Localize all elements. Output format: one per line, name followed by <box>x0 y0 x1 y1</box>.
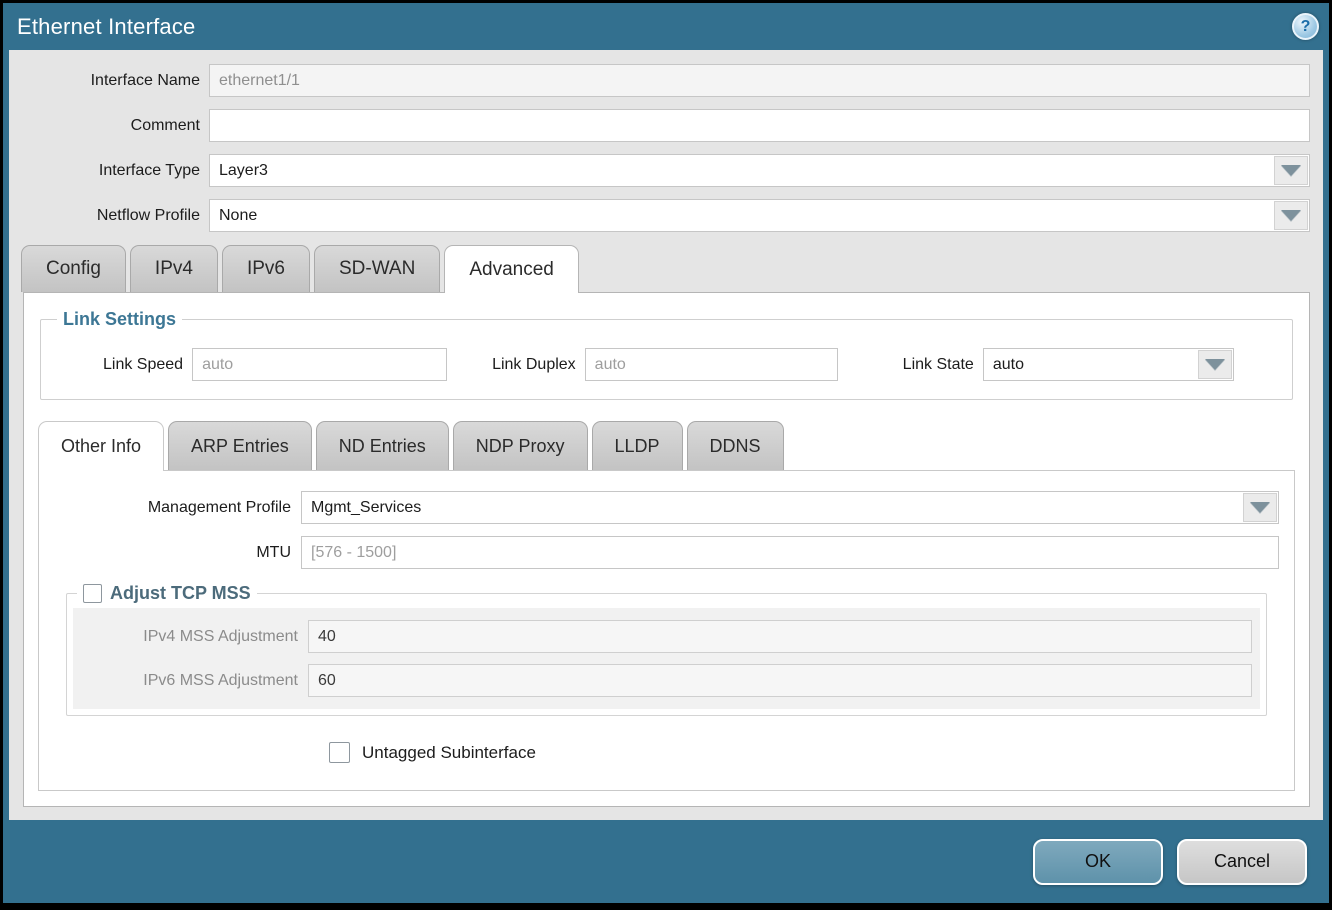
comment-field-wrap <box>209 109 1310 142</box>
untagged-subinterface-row: Untagged Subinterface <box>329 742 1279 763</box>
comment-input[interactable] <box>209 109 1310 142</box>
dialog-titlebar: Ethernet Interface ? <box>3 3 1329 50</box>
link-state-value[interactable] <box>983 348 1234 381</box>
tab-ipv4[interactable]: IPv4 <box>130 245 218 292</box>
chevron-down-icon <box>1281 210 1301 221</box>
link-state-dropdown[interactable] <box>983 348 1234 381</box>
adjust-tcp-mss-fieldset: Adjust TCP MSS IPv4 MSS Adjustment IPv6 … <box>66 583 1267 716</box>
ok-button[interactable]: OK <box>1033 839 1163 885</box>
link-settings-fieldset: Link Settings Link Speed Link Duplex <box>40 309 1293 400</box>
management-profile-label: Management Profile <box>39 499 301 517</box>
subtab-nd-entries[interactable]: ND Entries <box>316 421 449 470</box>
tab-sdwan-label: SD-WAN <box>339 258 415 280</box>
netflow-profile-value[interactable] <box>209 199 1310 232</box>
main-tab-bar: Config IPv4 IPv6 SD-WAN Advanced <box>9 244 1323 292</box>
netflow-profile-dropdown[interactable] <box>209 199 1310 232</box>
untagged-subinterface-label: Untagged Subinterface <box>362 743 536 763</box>
subtab-ndp-proxy[interactable]: NDP Proxy <box>453 421 588 470</box>
tab-advanced[interactable]: Advanced <box>444 245 579 293</box>
interface-name-input <box>209 64 1310 97</box>
link-state-dropdown-button[interactable] <box>1198 350 1232 379</box>
management-profile-row: Management Profile <box>39 491 1279 524</box>
tab-config-label: Config <box>46 258 101 280</box>
ipv6-mss-field-wrap <box>308 664 1252 697</box>
tab-sdwan[interactable]: SD-WAN <box>314 245 440 292</box>
chevron-down-icon <box>1205 359 1225 370</box>
ipv4-mss-field-wrap <box>308 620 1252 653</box>
netflow-profile-dropdown-button[interactable] <box>1274 201 1308 230</box>
link-state-group: Link State <box>903 348 1234 381</box>
tab-ipv6-label: IPv6 <box>247 258 285 280</box>
netflow-profile-label: Netflow Profile <box>9 207 209 225</box>
mss-disabled-panel: IPv4 MSS Adjustment IPv6 MSS Adjustment <box>73 608 1260 709</box>
interface-name-field-wrap <box>209 64 1310 97</box>
help-question-glyph: ? <box>1301 19 1311 35</box>
adjust-tcp-mss-caption: Adjust TCP MSS <box>110 583 251 604</box>
ipv6-mss-row: IPv6 MSS Adjustment <box>73 664 1252 697</box>
screenshot-frame: Ethernet Interface ? Interface Name Comm… <box>0 0 1332 910</box>
tab-advanced-label: Advanced <box>469 259 554 281</box>
interface-name-label: Interface Name <box>9 72 209 90</box>
management-profile-value[interactable] <box>301 491 1279 524</box>
subtab-nd-entries-label: ND Entries <box>339 436 426 457</box>
other-info-panel: Management Profile MTU <box>38 470 1295 791</box>
link-speed-input[interactable] <box>192 348 447 381</box>
link-duplex-input[interactable] <box>585 348 838 381</box>
tab-ipv6[interactable]: IPv6 <box>222 245 310 292</box>
ipv4-mss-row: IPv4 MSS Adjustment <box>73 620 1252 653</box>
subtab-other-info[interactable]: Other Info <box>38 421 164 471</box>
mtu-label: MTU <box>39 544 301 562</box>
management-profile-dropdown-button[interactable] <box>1243 493 1277 522</box>
adjust-tcp-mss-checkbox[interactable] <box>83 584 102 603</box>
interface-type-label: Interface Type <box>9 162 209 180</box>
link-speed-group: Link Speed <box>103 348 447 381</box>
chevron-down-icon <box>1250 502 1270 513</box>
tab-config[interactable]: Config <box>21 245 126 292</box>
mtu-row: MTU <box>39 536 1279 569</box>
help-icon[interactable]: ? <box>1292 13 1319 40</box>
dialog-footer: OK Cancel <box>3 820 1329 903</box>
netflow-profile-row: Netflow Profile <box>9 199 1310 232</box>
comment-row: Comment <box>9 109 1310 142</box>
subtab-arp-entries[interactable]: ARP Entries <box>168 421 312 470</box>
ipv6-mss-input <box>308 664 1252 697</box>
link-speed-label: Link Speed <box>103 356 192 374</box>
mtu-input[interactable] <box>301 536 1279 569</box>
ipv4-mss-input <box>308 620 1252 653</box>
dialog-body: Interface Name Comment Interface Type <box>9 50 1323 820</box>
subtab-lldp-label: LLDP <box>615 436 660 457</box>
advanced-tab-panel: Link Settings Link Speed Link Duplex <box>23 292 1310 807</box>
comment-label: Comment <box>9 117 209 135</box>
interface-type-dropdown[interactable] <box>209 154 1310 187</box>
untagged-subinterface-checkbox[interactable] <box>329 742 350 763</box>
interface-name-row: Interface Name <box>9 64 1310 97</box>
subtab-lldp[interactable]: LLDP <box>592 421 683 470</box>
link-duplex-label: Link Duplex <box>492 356 585 374</box>
subtab-ndp-proxy-label: NDP Proxy <box>476 436 565 457</box>
subtab-other-info-label: Other Info <box>61 436 141 457</box>
chevron-down-icon <box>1281 165 1301 176</box>
link-speed-field-wrap <box>192 348 447 381</box>
dialog-title: Ethernet Interface <box>17 14 195 40</box>
tab-ipv4-label: IPv4 <box>155 258 193 280</box>
interface-type-value[interactable] <box>209 154 1310 187</box>
link-settings-row: Link Speed Link Duplex Lin <box>53 348 1280 381</box>
interface-type-row: Interface Type <box>9 154 1310 187</box>
adjust-tcp-mss-legend: Adjust TCP MSS <box>77 583 257 604</box>
subtab-ddns-label: DDNS <box>710 436 761 457</box>
cancel-button[interactable]: Cancel <box>1177 839 1307 885</box>
ipv4-mss-label: IPv4 MSS Adjustment <box>73 628 308 646</box>
link-state-label: Link State <box>903 356 983 374</box>
link-duplex-field-wrap <box>585 348 838 381</box>
management-profile-dropdown[interactable] <box>301 491 1279 524</box>
subtab-ddns[interactable]: DDNS <box>687 421 784 470</box>
ethernet-interface-dialog: Ethernet Interface ? Interface Name Comm… <box>3 3 1329 903</box>
mtu-field-wrap <box>301 536 1279 569</box>
interface-type-dropdown-button[interactable] <box>1274 156 1308 185</box>
sub-tab-bar: Other Info ARP Entries ND Entries NDP Pr… <box>38 420 1295 470</box>
subtab-arp-entries-label: ARP Entries <box>191 436 289 457</box>
link-duplex-group: Link Duplex <box>492 348 838 381</box>
link-settings-legend: Link Settings <box>57 309 182 330</box>
ipv6-mss-label: IPv6 MSS Adjustment <box>73 672 308 690</box>
